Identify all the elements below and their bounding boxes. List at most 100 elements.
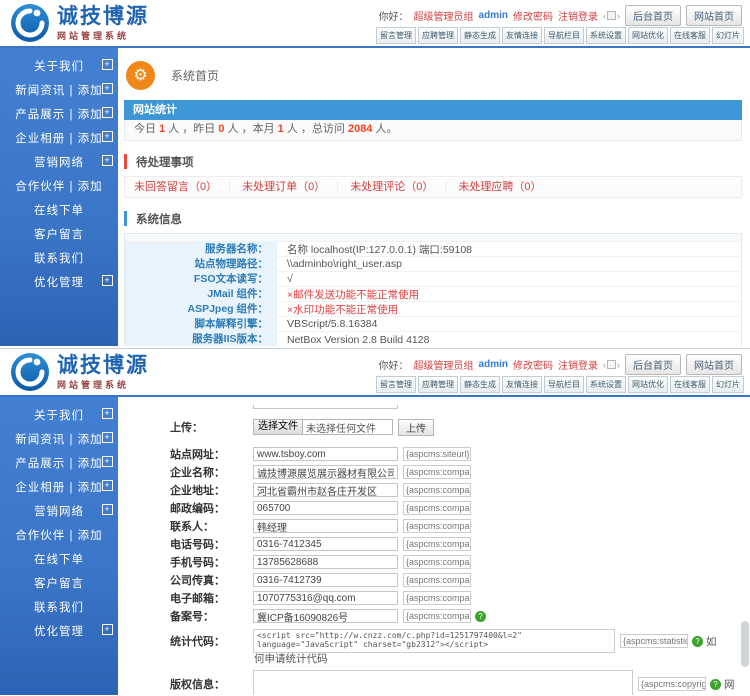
field-input[interactable] [253, 501, 398, 515]
sidebar-item[interactable]: 在线下单 + [0, 548, 118, 572]
form-row: 手机号码： {aspcms:companymobile} ? [124, 553, 742, 571]
nav-tab[interactable]: 系统设置 [586, 27, 626, 44]
plus-icon[interactable]: + [102, 624, 113, 635]
sidebar-item[interactable]: 企业相册 | 添加 + [0, 476, 118, 500]
stats-segment: 人。 [372, 123, 397, 135]
help-icon[interactable]: ? [475, 611, 486, 622]
template-tag: {aspcms:companymobile} [403, 555, 471, 569]
field-label: 站点网址： [124, 446, 253, 462]
plus-icon[interactable]: + [102, 432, 113, 443]
change-password-link[interactable]: 修改密码 [513, 8, 553, 23]
plus-icon[interactable]: + [102, 131, 113, 142]
field-input[interactable] [253, 447, 398, 461]
site-home-button[interactable]: 网站首页 [686, 5, 742, 26]
sidebar-item[interactable]: 营销网络 + [0, 151, 118, 175]
nav-tab[interactable]: 应聘管理 [418, 27, 458, 44]
plus-icon[interactable]: + [102, 107, 113, 118]
nav-tab[interactable]: 友情连接 [502, 27, 542, 44]
nav-tab[interactable]: 静态生成 [460, 27, 500, 44]
nav-tab[interactable]: 应聘管理 [418, 376, 458, 393]
plus-icon[interactable]: + [102, 155, 113, 166]
nav-tab[interactable]: 静态生成 [460, 376, 500, 393]
sidebar-item-label: 产品展示 | 添加 [15, 109, 102, 121]
sidebar-item[interactable]: 企业相册 | 添加 + [0, 127, 118, 151]
copyright-textarea[interactable] [253, 670, 633, 695]
nav-tab[interactable]: 在线客服 [670, 27, 710, 44]
pending-link[interactable]: 未处理订单（0） [217, 181, 325, 193]
logout-link[interactable]: 注销登录 [558, 8, 598, 23]
plus-icon[interactable]: + [102, 456, 113, 467]
file-input[interactable]: 选择文件 未选择任何文件 [253, 419, 393, 435]
admin-home-button[interactable]: 后台首页 [625, 5, 681, 26]
pending-links: 未回答留言（0）未处理订单（0）未处理评论（0）未处理应聘（0） [124, 176, 742, 198]
sidebar-item[interactable]: 新闻资讯 | 添加 + [0, 79, 118, 103]
sidebar-item[interactable]: 合作伙伴 | 添加 + [0, 524, 118, 548]
username: admin [479, 359, 508, 370]
sidebar-item[interactable]: 新闻资讯 | 添加 + [0, 428, 118, 452]
nav-tab[interactable]: 在线客服 [670, 376, 710, 393]
skin-switcher[interactable]: ‹› [603, 11, 620, 21]
nav-tab[interactable]: 留言管理 [376, 376, 416, 393]
sidebar-item[interactable]: 客户留言 + [0, 572, 118, 596]
sysinfo-row: 服务器IIS版本： NetBox Version 2.8 Build 4128 [125, 332, 741, 346]
upload-button[interactable]: 上传 [398, 419, 434, 436]
skin-switcher[interactable]: ‹› [603, 360, 620, 370]
field-input[interactable] [253, 555, 398, 569]
sidebar-item[interactable]: 客户留言 + [0, 223, 118, 247]
sidebar-item[interactable]: 产品展示 | 添加 + [0, 103, 118, 127]
stat-code-textarea[interactable] [253, 629, 615, 653]
site-home-button[interactable]: 网站首页 [686, 354, 742, 375]
nav-tab[interactable]: 友情连接 [502, 376, 542, 393]
sysinfo-label: 脚本解释引擎： [125, 317, 277, 332]
sidebar-item[interactable]: 联系我们 + [0, 596, 118, 620]
sidebar-item[interactable]: 产品展示 | 添加 + [0, 452, 118, 476]
plus-icon[interactable]: + [102, 83, 113, 94]
nav-tab[interactable]: 幻灯片 [712, 27, 744, 44]
stats-segment: 今日 [134, 123, 159, 135]
field-input[interactable] [253, 465, 398, 479]
template-tag: {aspcms:companyname} [403, 465, 471, 479]
sidebar-item[interactable]: 关于我们 + [0, 404, 118, 428]
sidebar-item[interactable]: 在线下单 + [0, 199, 118, 223]
sidebar-item-label: 客户留言 [34, 229, 84, 241]
nav-tab[interactable]: 网站优化 [628, 376, 668, 393]
admin-home-button[interactable]: 后台首页 [625, 354, 681, 375]
plus-icon[interactable]: + [102, 275, 113, 286]
nav-tab[interactable]: 幻灯片 [712, 376, 744, 393]
plus-icon[interactable]: + [102, 408, 113, 419]
field-input[interactable] [253, 609, 398, 623]
sidebar-item[interactable]: 合作伙伴 | 添加 + [0, 175, 118, 199]
nav-tab[interactable]: 导航栏目 [544, 27, 584, 44]
help-icon[interactable]: ? [692, 636, 703, 647]
logout-link[interactable]: 注销登录 [558, 357, 598, 372]
plus-icon[interactable]: + [102, 59, 113, 70]
field-input[interactable] [253, 537, 398, 551]
help-icon[interactable]: ? [710, 679, 721, 690]
change-password-link[interactable]: 修改密码 [513, 357, 553, 372]
nav-tab[interactable]: 留言管理 [376, 27, 416, 44]
plus-icon[interactable]: + [102, 504, 113, 515]
field-input[interactable] [253, 573, 398, 587]
choose-file-button[interactable]: 选择文件 [254, 420, 303, 434]
pending-link[interactable]: 未处理应聘（0） [433, 181, 541, 193]
nav-tab[interactable]: 网站优化 [628, 27, 668, 44]
field-input[interactable] [253, 519, 398, 533]
stat-code-row: 统计代码： {aspcms:statisticalcode} ? 如 [124, 629, 742, 653]
pending-link[interactable]: 未处理评论（0） [325, 181, 433, 193]
field-label: 邮政编码： [124, 500, 253, 516]
pending-link[interactable]: 未回答留言（0） [134, 181, 217, 193]
nav-tab[interactable]: 系统设置 [586, 376, 626, 393]
brand-logo-icon [10, 352, 50, 392]
nav-tab[interactable]: 导航栏目 [544, 376, 584, 393]
scrollbar-thumb[interactable] [741, 621, 749, 667]
sidebar-item[interactable]: 优化管理 + [0, 620, 118, 644]
sidebar-item[interactable]: 联系我们 + [0, 247, 118, 271]
field-input[interactable] [253, 483, 398, 497]
sidebar-item-label: 企业相册 | 添加 [15, 133, 102, 145]
sidebar-item[interactable]: 营销网络 + [0, 500, 118, 524]
plus-icon[interactable]: + [102, 480, 113, 491]
upload-label: 上传： [124, 419, 253, 435]
field-input[interactable] [253, 591, 398, 605]
sidebar-item[interactable]: 优化管理 + [0, 271, 118, 295]
sidebar-item[interactable]: 关于我们 + [0, 55, 118, 79]
